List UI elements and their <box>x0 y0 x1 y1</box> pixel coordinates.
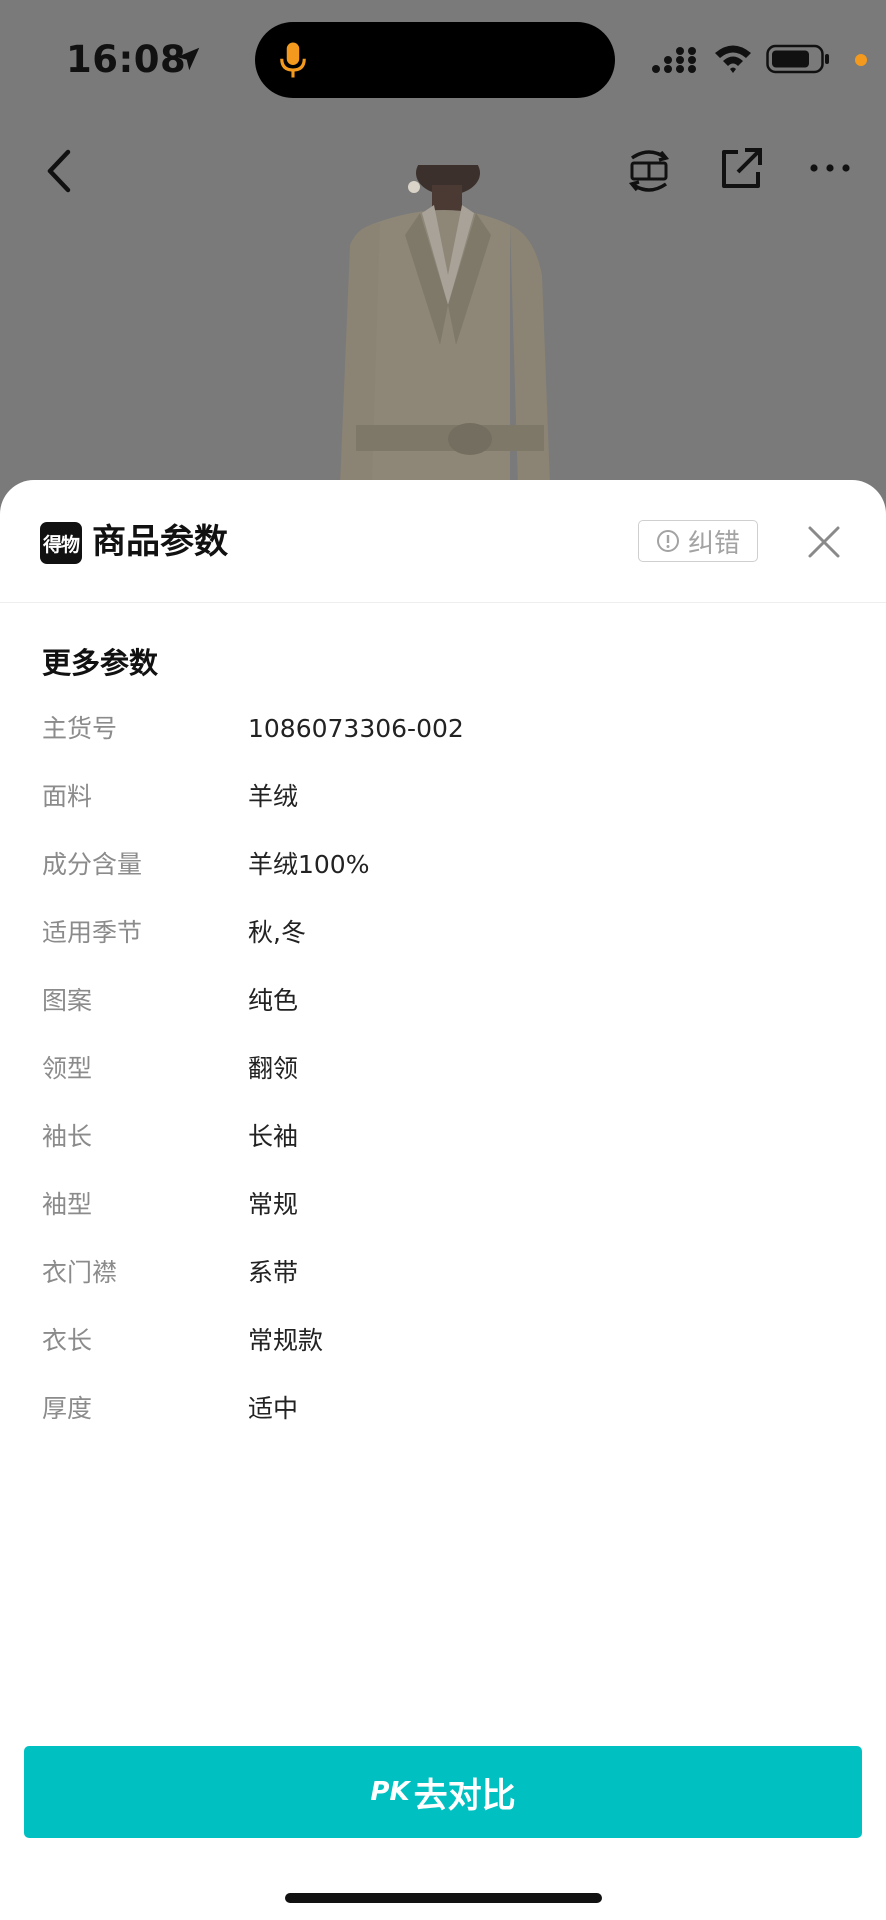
param-row: 图案 纯色 <box>42 984 842 1052</box>
param-value: 秋,冬 <box>248 918 306 947</box>
param-value: 羊绒 <box>248 782 299 811</box>
param-label: 图案 <box>42 986 93 1015</box>
params-list: 主货号 1086073306-002 面料 羊绒 成分含量 羊绒100% 适用季… <box>42 712 842 1460</box>
param-value: 常规款 <box>248 1326 324 1355</box>
share-icon[interactable] <box>716 144 766 194</box>
more-icon[interactable] <box>808 160 852 176</box>
product-image <box>310 165 580 485</box>
microphone-icon <box>280 42 306 78</box>
param-value: 系带 <box>248 1258 299 1287</box>
privacy-indicator-dot <box>855 54 867 66</box>
report-error-label: 纠错 <box>687 528 740 559</box>
pk-compare-button[interactable]: PK 去对比 <box>24 1746 862 1838</box>
product-params-sheet: 得物 商品参数 纠错 更多参数 主货号 1086073306-002 面料 羊绒… <box>0 480 886 1920</box>
param-row: 厚度 适中 <box>42 1392 842 1460</box>
param-row: 主货号 1086073306-002 <box>42 712 842 780</box>
param-value: 翻领 <box>248 1054 299 1083</box>
sell-icon[interactable] <box>626 144 672 198</box>
param-value: 长袖 <box>248 1122 299 1151</box>
battery-icon <box>766 44 829 74</box>
home-indicator[interactable] <box>285 1893 602 1903</box>
param-label: 成分含量 <box>42 850 143 879</box>
param-label: 适用季节 <box>42 918 143 947</box>
status-time: 16:08 <box>66 38 187 81</box>
param-row: 面料 羊绒 <box>42 780 842 848</box>
status-bar: 16:08 <box>0 0 886 118</box>
info-icon <box>656 530 679 552</box>
brand-logo: 得物 <box>40 522 82 564</box>
param-label: 领型 <box>42 1054 93 1083</box>
param-value: 1086073306-002 <box>248 714 464 743</box>
param-label: 衣长 <box>42 1326 93 1355</box>
param-row: 适用季节 秋,冬 <box>42 916 842 984</box>
param-label: 袖型 <box>42 1190 93 1219</box>
param-value: 羊绒100% <box>248 850 370 879</box>
sheet-title: 商品参数 <box>92 522 228 562</box>
section-title: 更多参数 <box>42 646 159 680</box>
wifi-icon <box>715 45 751 73</box>
param-row: 衣长 常规款 <box>42 1324 842 1392</box>
param-row: 袖长 长袖 <box>42 1120 842 1188</box>
param-row: 衣门襟 系带 <box>42 1256 842 1324</box>
param-value: 常规 <box>248 1190 299 1219</box>
param-value: 纯色 <box>248 986 299 1015</box>
param-row: 袖型 常规 <box>42 1188 842 1256</box>
dynamic-island <box>255 22 615 98</box>
sheet-header: 得物 商品参数 纠错 <box>0 480 886 603</box>
param-label: 面料 <box>42 782 93 811</box>
param-value: 适中 <box>248 1394 299 1423</box>
param-row: 领型 翻领 <box>42 1052 842 1120</box>
param-label: 厚度 <box>42 1394 93 1423</box>
param-label: 衣门襟 <box>42 1258 118 1287</box>
close-icon[interactable] <box>806 524 842 560</box>
signal-icon <box>652 47 696 73</box>
report-error-button[interactable]: 纠错 <box>638 520 758 562</box>
pk-prefix: PK <box>370 1777 410 1807</box>
back-arrow-icon[interactable] <box>40 146 80 196</box>
location-arrow-icon <box>176 47 200 71</box>
param-label: 主货号 <box>42 714 118 743</box>
pk-label: 去对比 <box>413 1775 516 1816</box>
param-label: 袖长 <box>42 1122 93 1151</box>
param-row: 成分含量 羊绒100% <box>42 848 842 916</box>
